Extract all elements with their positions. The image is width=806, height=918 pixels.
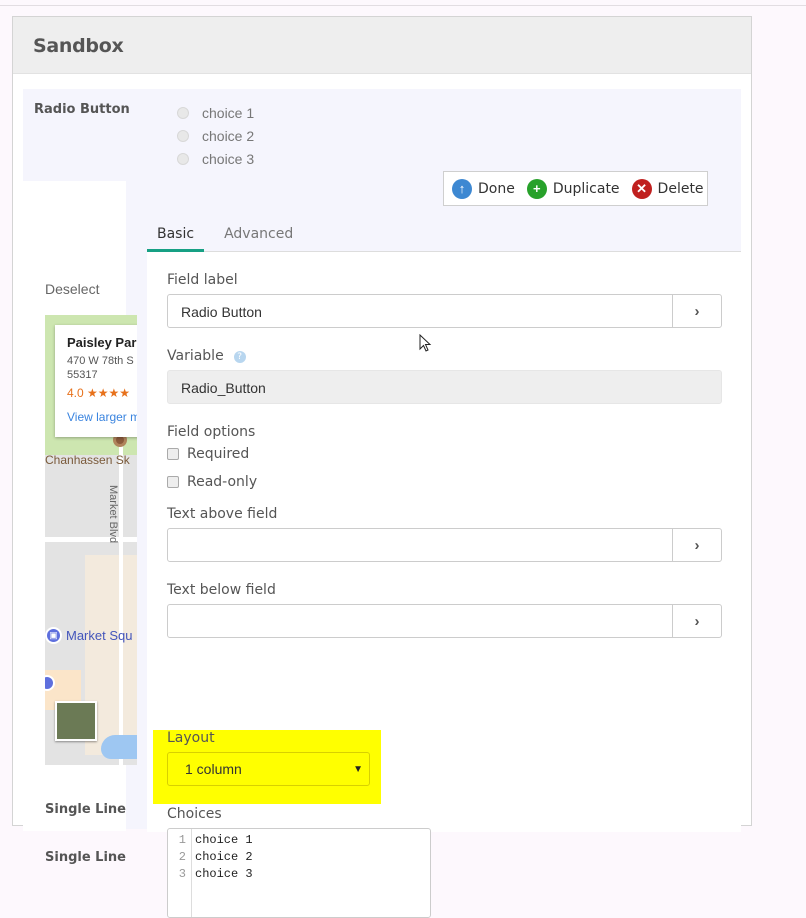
page-title: Sandbox — [33, 35, 124, 57]
chevron-right-icon[interactable]: › — [672, 529, 721, 561]
map-embed[interactable]: Chanhassen Sk Market Blvd ▣ Market Squ P… — [45, 315, 137, 765]
delete-button[interactable]: ✕ Delete — [631, 178, 704, 199]
choices-heading: Choices — [167, 806, 222, 822]
plus-circle-icon: + — [526, 178, 547, 199]
map-poi-label: Market Squ — [66, 628, 133, 643]
field-options-heading: Field options — [167, 424, 256, 440]
top-divider — [0, 5, 806, 6]
radio-circle-icon[interactable] — [177, 106, 189, 119]
editor-line[interactable]: choice 2 — [195, 849, 253, 866]
checkbox-icon[interactable] — [167, 448, 179, 460]
duplicate-button[interactable]: + Duplicate — [526, 178, 620, 199]
radio-field-label: Radio Button — [34, 102, 130, 117]
readonly-label: Read-only — [187, 474, 258, 490]
variable-label: Variable — [167, 348, 224, 364]
checkbox-icon[interactable] — [167, 476, 179, 488]
layout-heading: Layout — [167, 730, 215, 746]
variable-input: Radio_Button — [167, 370, 722, 404]
layout-select[interactable]: 1 column ▼ — [167, 752, 370, 786]
map-label: Chanhassen Sk — [45, 453, 130, 467]
map-water — [101, 735, 137, 759]
map-label: Market Blvd — [107, 485, 119, 544]
basic-settings-panel: Field label Radio Button › Variable? Rad… — [147, 252, 741, 918]
required-label: Required — [187, 446, 250, 462]
text-above-heading: Text above field — [167, 506, 278, 522]
variable-heading: Variable? — [167, 348, 246, 364]
duplicate-label: Duplicate — [552, 180, 620, 197]
field-toolbar: ↑ Done + Duplicate ✕ Delete — [443, 171, 708, 206]
text-below-input[interactable]: › — [167, 604, 722, 638]
radio-option[interactable]: choice 1 — [177, 101, 254, 124]
sandbox-window: Sandbox Radio Button choice 1 choice 2 c… — [12, 16, 752, 918]
line-number: 1 — [178, 833, 186, 847]
tab-advanced[interactable]: Advanced — [214, 226, 303, 252]
field-single-line[interactable]: Single Line — [45, 850, 126, 865]
view-larger-map-link[interactable]: View larger m — [67, 410, 137, 424]
field-label-input[interactable]: Radio Button › — [167, 294, 722, 328]
delete-label: Delete — [657, 180, 704, 197]
radio-option-label: choice 3 — [202, 150, 255, 167]
settings-tabs: Basic Advanced — [147, 226, 741, 252]
deselect-link[interactable]: Deselect — [45, 281, 99, 297]
editor-line[interactable]: choice 3 — [195, 866, 253, 883]
editor-lines[interactable]: choice 1 choice 2 choice 3 — [192, 829, 253, 917]
layout-selected-value: 1 column — [185, 761, 242, 777]
shopping-bag-icon: ▣ — [45, 627, 62, 644]
required-checkbox[interactable]: Required — [167, 446, 249, 462]
done-button[interactable]: ↑ Done — [452, 178, 515, 199]
radio-circle-icon[interactable] — [177, 152, 189, 165]
sandbox-header: Sandbox — [13, 17, 751, 74]
satellite-toggle[interactable] — [55, 701, 97, 741]
place-zip: 55317 — [67, 369, 98, 381]
help-icon[interactable]: ? — [233, 351, 246, 363]
map-road — [119, 445, 123, 765]
radio-option-label: choice 2 — [202, 127, 255, 144]
line-number: 2 — [178, 850, 186, 864]
place-name: Paisley Par — [67, 335, 137, 350]
radio-option-label: choice 1 — [202, 104, 255, 121]
readonly-checkbox[interactable]: Read-only — [167, 474, 257, 490]
chevron-right-icon[interactable]: › — [672, 605, 721, 637]
place-address: 470 W 78th S — [67, 355, 134, 367]
text-below-heading: Text below field — [167, 582, 276, 598]
radio-circle-icon[interactable] — [177, 129, 189, 142]
text-above-value[interactable] — [168, 529, 672, 561]
field-label-value[interactable]: Radio Button — [168, 295, 672, 327]
radio-option[interactable]: choice 2 — [177, 124, 254, 147]
done-label: Done — [478, 180, 515, 197]
text-below-value[interactable] — [168, 605, 672, 637]
chevron-right-icon[interactable]: › — [672, 295, 721, 327]
caret-down-icon: ▼ — [353, 764, 363, 775]
arrow-up-circle-icon: ↑ — [452, 178, 472, 199]
tab-basic[interactable]: Basic — [147, 226, 205, 252]
map-info-card: Paisley Par 470 W 78th S 55317 4.0 ★★★★ … — [55, 325, 137, 437]
radio-group: choice 1 choice 2 choice 3 — [177, 101, 254, 170]
place-rating: 4.0 ★★★★ — [67, 386, 131, 400]
map-poi[interactable]: ▣ Market Squ — [45, 627, 132, 644]
text-above-input[interactable]: › — [167, 528, 722, 562]
close-circle-icon: ✕ — [631, 178, 652, 199]
variable-value: Radio_Button — [181, 380, 266, 396]
form-stage: Radio Button choice 1 choice 2 choice 3 … — [23, 89, 741, 918]
line-number-gutter: 1 2 3 — [168, 829, 192, 917]
choices-editor[interactable]: 1 2 3 choice 1 choice 2 choice 3 — [167, 828, 431, 918]
line-number: 3 — [178, 867, 186, 881]
editor-line[interactable]: choice 1 — [195, 832, 253, 849]
radio-option[interactable]: choice 3 — [177, 147, 254, 170]
field-label-heading: Field label — [167, 272, 238, 288]
map-road — [45, 537, 137, 542]
field-single-line[interactable]: Single Line — [45, 802, 126, 817]
